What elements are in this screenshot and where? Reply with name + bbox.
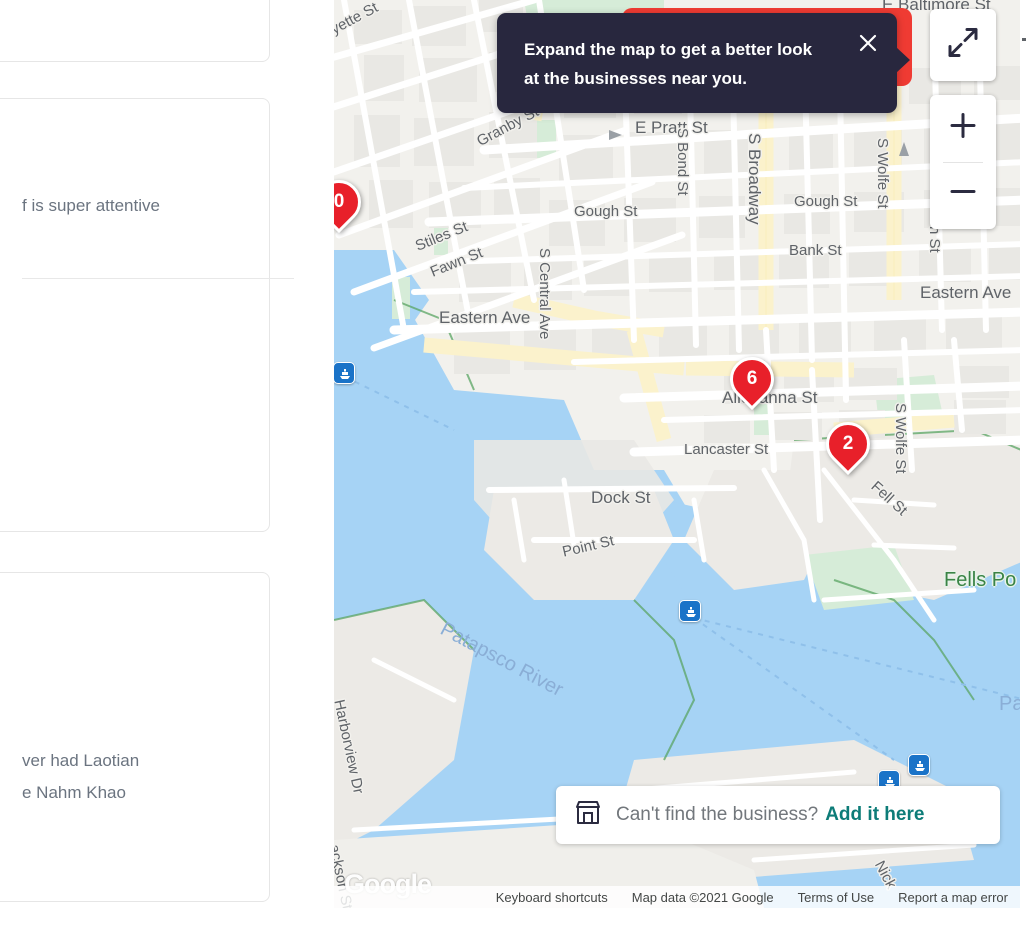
street-label: E Pratt St [635, 118, 708, 137]
review-snippet: f is super attentive [22, 196, 160, 215]
terms-of-use-link[interactable]: Terms of Use [786, 890, 887, 905]
result-card[interactable] [0, 0, 270, 62]
street-label: Dock St [591, 488, 651, 507]
card-divider [22, 278, 294, 279]
street-label: S Wolfe St [892, 403, 909, 474]
map-marker-count: 6 [746, 368, 758, 389]
add-business-link[interactable]: Add it here [825, 804, 924, 826]
keyboard-shortcuts-link[interactable]: Keyboard shortcuts [484, 890, 620, 905]
map-viewport[interactable]: yette St E Baltimore St Granby St E Prat… [334, 0, 1026, 908]
zoom-out-button[interactable] [930, 161, 996, 227]
map-expand-tooltip: Expand the map to get a better look at t… [497, 13, 897, 113]
storefront-icon [574, 800, 602, 831]
edge-marker [1022, 38, 1026, 41]
results-panel: f is super attentive ver had Laotian e N… [0, 0, 334, 930]
bottom-strip [0, 908, 1026, 930]
street-label: Gough St [794, 193, 858, 210]
plus-icon [947, 110, 979, 147]
street-label: S Central Ave [536, 248, 553, 340]
add-business-banner[interactable]: Can't find the business? Add it here [556, 786, 1000, 844]
street-label: Lancaster St [684, 441, 769, 458]
street-label: S Bond St [674, 128, 691, 196]
tooltip-message: Expand the map to get a better look at t… [524, 40, 813, 88]
map-marker-count: 0 [334, 191, 345, 212]
street-label: Eastern Ave [920, 283, 1012, 302]
minus-icon [947, 176, 979, 213]
map-search-page: f is super attentive ver had Laotian e N… [0, 0, 1026, 930]
result-card[interactable] [0, 572, 270, 902]
expand-map-button[interactable] [930, 9, 996, 81]
zoom-controls [930, 95, 996, 229]
map-data-copyright: Map data ©2021 Google [631, 889, 774, 905]
map-canvas[interactable]: yette St E Baltimore St Granby St E Prat… [334, 0, 1026, 908]
map-attribution-bar: Keyboard shortcuts Map data ©2021 Google… [334, 886, 1026, 908]
expand-arrows-icon [946, 26, 980, 65]
ferry-terminal-icon[interactable] [334, 362, 355, 384]
add-business-prompt: Can't find the business? [616, 804, 819, 825]
map-marker-count: 2 [842, 433, 854, 454]
tooltip-arrow [896, 47, 910, 73]
ferry-terminal-icon[interactable] [908, 754, 930, 776]
report-map-error-link[interactable]: Report a map error [886, 890, 1020, 905]
review-snippet: ver had Laotian [22, 751, 140, 770]
street-label: S Broadway [745, 133, 764, 225]
street-label: n St [926, 226, 943, 253]
zoom-in-button[interactable] [930, 95, 996, 161]
street-label: Gough St [574, 203, 638, 220]
street-label: S Wolfe St [874, 138, 891, 209]
result-card[interactable] [0, 98, 270, 532]
right-edge-strip [1020, 0, 1026, 908]
review-snippet: e Nahm Khao [22, 783, 126, 802]
close-icon[interactable] [855, 30, 881, 56]
ferry-terminal-icon[interactable] [679, 600, 701, 622]
street-label: Bank St [789, 242, 842, 259]
street-label: Eastern Ave [439, 308, 531, 327]
park-label: Fells Po [944, 569, 1017, 591]
